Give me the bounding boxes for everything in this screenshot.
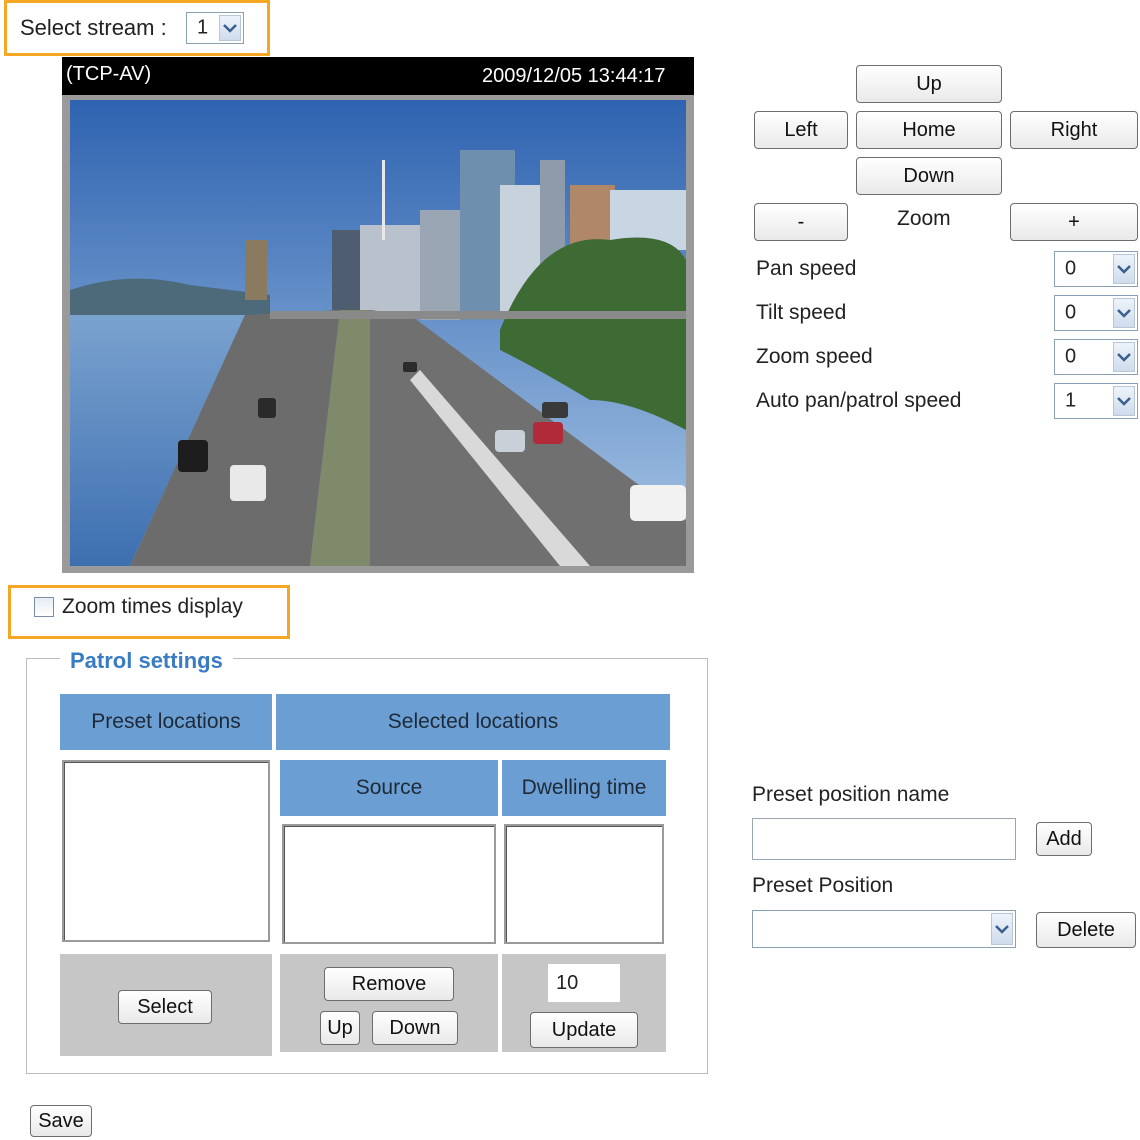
chevron-down-icon [1113, 386, 1135, 416]
zoom-speed-label: Zoom speed [756, 345, 873, 368]
ptz-home-button[interactable]: Home [856, 111, 1002, 149]
preset-locations-list[interactable] [62, 760, 270, 942]
add-button[interactable]: Add [1036, 822, 1092, 856]
save-button[interactable]: Save [30, 1105, 92, 1137]
tilt-speed-value: 0 [1065, 301, 1077, 324]
dwelling-time-header: Dwelling time [502, 760, 666, 816]
auto-pan-speed-label: Auto pan/patrol speed [756, 389, 962, 412]
video-timestamp: 2009/12/05 13:44:17 [482, 65, 666, 87]
preset-name-input[interactable] [752, 818, 1016, 860]
zoom-out-button[interactable]: - [754, 203, 848, 241]
auto-pan-speed-value: 1 [1065, 389, 1077, 412]
zoom-speed-value: 0 [1065, 345, 1077, 368]
delete-button[interactable]: Delete [1036, 912, 1136, 948]
video-feed[interactable] [70, 100, 686, 566]
move-down-button[interactable]: Down [372, 1011, 458, 1045]
preset-locations-header: Preset locations [60, 694, 272, 750]
tilt-speed-label: Tilt speed [756, 301, 847, 324]
stream-select[interactable]: 1 [186, 12, 244, 44]
chevron-down-icon [1113, 342, 1135, 372]
ptz-right-button[interactable]: Right [1010, 111, 1138, 149]
preset-position-select[interactable] [752, 910, 1016, 948]
select-stream-label: Select stream : [20, 15, 167, 40]
remove-button[interactable]: Remove [324, 967, 454, 1001]
pan-speed-label: Pan speed [756, 257, 857, 280]
update-button[interactable]: Update [530, 1012, 638, 1048]
chevron-down-icon [1113, 298, 1135, 328]
source-header: Source [280, 760, 498, 816]
chevron-down-icon [219, 15, 241, 41]
move-up-button[interactable]: Up [320, 1011, 360, 1045]
chevron-down-icon [1113, 254, 1135, 284]
select-button[interactable]: Select [118, 990, 212, 1024]
chevron-down-icon [991, 913, 1013, 945]
ptz-left-button[interactable]: Left [754, 111, 848, 149]
dwell-time-input[interactable]: 10 [548, 964, 620, 1002]
dwell-time-value: 10 [556, 972, 579, 994]
preset-position-label: Preset Position [752, 874, 894, 897]
zoom-label: Zoom [897, 207, 951, 230]
zoom-speed-select[interactable]: 0 [1054, 339, 1138, 375]
dwelling-time-list[interactable] [504, 824, 664, 944]
selected-locations-header: Selected locations [276, 694, 670, 750]
ptz-up-button[interactable]: Up [856, 65, 1002, 103]
video-protocol: (TCP-AV) [66, 63, 152, 85]
auto-pan-speed-select[interactable]: 1 [1054, 383, 1138, 419]
pan-speed-value: 0 [1065, 257, 1077, 280]
stream-select-value: 1 [197, 16, 209, 39]
ptz-down-button[interactable]: Down [856, 157, 1002, 195]
zoom-display-checkbox[interactable] [34, 597, 54, 617]
pan-speed-select[interactable]: 0 [1054, 251, 1138, 287]
zoom-display-label: Zoom times display [62, 595, 243, 618]
preset-name-label: Preset position name [752, 783, 950, 806]
zoom-in-button[interactable]: + [1010, 203, 1138, 241]
source-list[interactable] [282, 824, 496, 944]
tilt-speed-select[interactable]: 0 [1054, 295, 1138, 331]
patrol-title: Patrol settings [60, 648, 233, 674]
